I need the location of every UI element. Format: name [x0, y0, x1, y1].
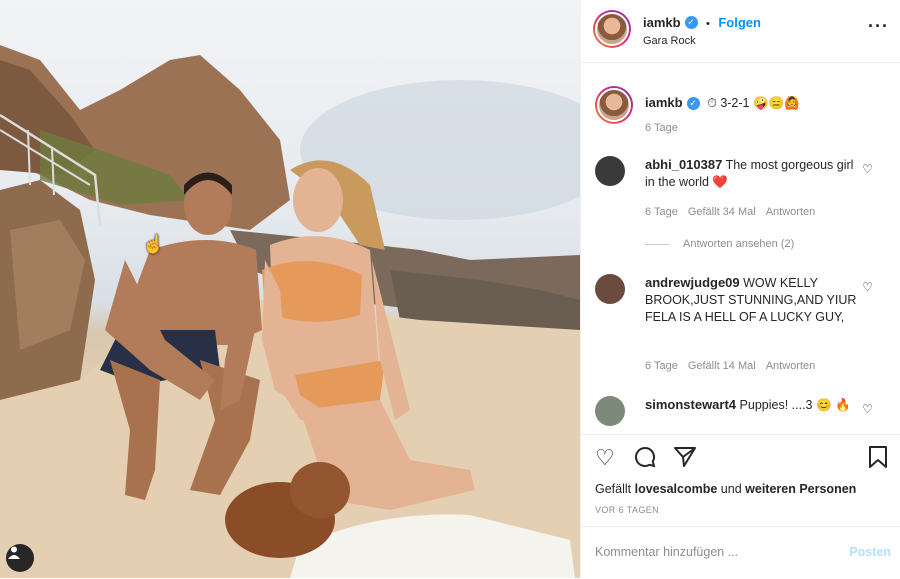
commenter-avatar[interactable]: [595, 274, 625, 304]
like-comment-heart-icon[interactable]: ♡: [862, 280, 873, 294]
comment-username[interactable]: andrewjudge09: [645, 275, 740, 290]
comment-text: Puppies! ....3 😊 🔥: [739, 398, 851, 412]
comment-meta: 6 Tage Gefällt 14 Mal Antworten: [645, 360, 825, 372]
commenter-avatar[interactable]: [595, 396, 625, 426]
post-comment-button[interactable]: Posten: [849, 545, 891, 559]
like-comment-heart-icon[interactable]: ♡: [862, 162, 873, 176]
caption-avatar[interactable]: [595, 86, 633, 124]
caption-age: 6 Tage: [645, 122, 678, 134]
likes-rest[interactable]: weiteren Personen: [745, 482, 856, 496]
separator-dot: •: [706, 18, 710, 30]
comment-bubble-icon[interactable]: [633, 445, 657, 475]
caption-text: 3-2-1: [720, 96, 750, 110]
post-date: VOR 6 TAGEN: [595, 505, 660, 515]
likes-mid: und: [720, 482, 742, 496]
post-actions: ♡ Gefällt lovesalcombe und weiteren Pers…: [581, 434, 900, 527]
hand-cursor-icon: ☝: [142, 234, 165, 254]
view-replies-label: Antworten ansehen (2): [683, 238, 795, 250]
post-side-panel: iamkb ✓ • Folgen Gara Rock ··· iamkb ✓ ⏱ 3…: [580, 0, 900, 578]
verified-badge-icon: ✓: [686, 97, 700, 111]
comment-username[interactable]: simonstewart4: [645, 397, 736, 412]
like-comment-heart-icon[interactable]: ♡: [862, 402, 873, 416]
likes-user[interactable]: lovesalcombe: [635, 482, 718, 496]
comment-meta: 6 Tage Gefällt 34 Mal Antworten: [645, 206, 825, 218]
post-header: iamkb ✓ • Folgen Gara Rock ···: [581, 0, 900, 63]
share-paper-plane-icon[interactable]: [673, 445, 697, 475]
location-link[interactable]: Gara Rock: [643, 35, 696, 47]
author-username[interactable]: iamkb: [643, 15, 681, 30]
ellipsis-icon[interactable]: ···: [868, 16, 889, 37]
comment-likes[interactable]: Gefällt 14 Mal: [688, 360, 756, 372]
tagged-user-icon[interactable]: [6, 544, 34, 572]
bookmark-icon[interactable]: [867, 445, 889, 475]
post-photo[interactable]: ☝: [0, 0, 580, 578]
instagram-post-modal: ☝ iamkb ✓ • Folgen Gara Rock ··· iamkb ✓ ⏱: [0, 0, 900, 578]
likes-summary[interactable]: Gefällt lovesalcombe und weiteren Person…: [595, 482, 856, 496]
comment-username[interactable]: abhi_010387: [645, 157, 722, 172]
comments-list[interactable]: iamkb ✓ ⏱ 3-2-1 🤪😑🙆 6 Tage abhi_010387 Th…: [581, 62, 900, 434]
verified-badge-icon: ✓: [684, 16, 698, 30]
caption-emojis: 🤪😑🙆: [752, 96, 800, 110]
view-replies-button[interactable]: Antworten ansehen (2): [645, 238, 794, 250]
replies-divider-line: [645, 243, 669, 245]
caption-username[interactable]: iamkb: [645, 95, 683, 110]
follow-button[interactable]: Folgen: [718, 15, 761, 30]
comment-age: 6 Tage: [645, 360, 678, 372]
timer-icon: ⏱: [707, 96, 717, 110]
beach-scene-illustration: [0, 45, 580, 578]
comment-likes[interactable]: Gefällt 34 Mal: [688, 206, 756, 218]
comment-age: 6 Tage: [645, 206, 678, 218]
like-heart-icon[interactable]: ♡: [595, 445, 615, 471]
reply-button[interactable]: Antworten: [766, 206, 816, 218]
commenter-avatar[interactable]: [595, 156, 625, 186]
comment-input[interactable]: Kommentar hinzufügen ...: [595, 545, 738, 559]
author-avatar[interactable]: [593, 10, 631, 48]
add-comment-bar: Kommentar hinzufügen ... Posten: [581, 526, 900, 579]
reply-button[interactable]: Antworten: [766, 360, 816, 372]
likes-prefix: Gefällt: [595, 482, 632, 496]
